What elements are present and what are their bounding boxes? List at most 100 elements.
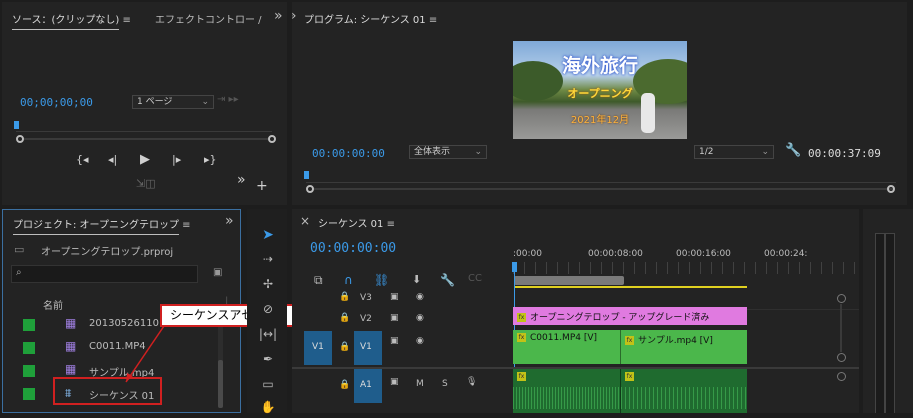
selection-tool-icon[interactable]: ➤ — [258, 227, 278, 245]
pen-tool-icon[interactable]: ✒ — [258, 352, 278, 370]
audio-waveform — [621, 387, 747, 409]
sync-lock-icon[interactable]: ▣ — [390, 292, 399, 302]
program-timecode[interactable]: 00:00:00:00 — [312, 147, 385, 160]
more-panels-button[interactable]: » — [225, 213, 234, 229]
add-button-icon[interactable]: + — [256, 178, 268, 194]
audio-waveform — [513, 387, 620, 409]
track-v3-header[interactable]: 🔒 V3 ▣ ◉ — [292, 289, 512, 311]
track-v2-header[interactable]: 🔒 V2 ▣ ◉ — [292, 310, 512, 332]
video-title-text: 海外旅行 — [561, 55, 638, 77]
scroll-handle-top[interactable] — [837, 294, 846, 303]
source-ruler[interactable] — [16, 131, 272, 132]
eye-icon[interactable]: ◉ — [416, 292, 424, 302]
linked-selection-icon[interactable]: ⛓ — [374, 273, 389, 287]
track-a1-header[interactable]: 🔒 A1 ▣ M S 🎙 — [292, 369, 512, 403]
lock-icon[interactable]: 🔒 — [339, 313, 350, 323]
lock-icon[interactable]: 🔒 — [339, 292, 350, 302]
nest-sequence-icon[interactable]: ⧉ — [314, 273, 323, 288]
scrollbar-thumb[interactable] — [218, 360, 223, 408]
list-item[interactable]: ⩩ シーケンス 01 — [17, 377, 217, 405]
eye-icon[interactable]: ◉ — [416, 313, 424, 323]
video-clip-c0011[interactable]: fx C0011.MP4 [V] — [513, 330, 621, 364]
more-buttons-icon[interactable]: » — [237, 172, 246, 188]
play-icon[interactable]: ▶ — [140, 152, 150, 167]
zoom-handle-right[interactable] — [887, 185, 895, 193]
step-back-icon[interactable]: ◂| — [108, 153, 117, 166]
new-search-bin-icon[interactable]: ▣ — [213, 267, 222, 278]
eye-icon[interactable]: ◉ — [416, 336, 424, 346]
tab-source[interactable]: ソース：(クリップなし) ≡ — [12, 11, 131, 30]
chevron-down-icon: ⌄ — [474, 147, 482, 157]
zoom-handle-left[interactable] — [16, 135, 24, 143]
tab-effect-controls[interactable]: エフェクトコントロー / — [155, 11, 262, 26]
mark-out-icon[interactable]: ▸} — [204, 153, 217, 166]
ripple-edit-tool-icon[interactable]: ✢ — [258, 277, 278, 295]
zoom-handle-left[interactable] — [306, 185, 314, 193]
source-timecode[interactable]: 00;00;00;00 — [20, 96, 93, 109]
audio-clip-1[interactable]: fx — [513, 369, 621, 413]
export-frame-icon[interactable]: ⇲◫ — [136, 177, 156, 190]
zoom-handle-right[interactable] — [268, 135, 276, 143]
track-v1-header[interactable]: V1 🔒 V1 ▣ ◉ — [292, 331, 512, 365]
audio-meter-right — [885, 233, 895, 413]
track-select-tool-icon[interactable]: ⇢ — [258, 252, 278, 270]
timeline-timecode[interactable]: 00:00:00:00 — [310, 241, 396, 256]
solo-button[interactable]: S — [442, 379, 448, 389]
audio-scroll-handle[interactable] — [837, 372, 846, 381]
settings-wrench-icon[interactable]: 🔧 — [440, 273, 455, 287]
fx-badge: fx — [517, 333, 526, 342]
sequence-icon: ⩩ — [65, 386, 72, 400]
sync-lock-icon[interactable]: ▣ — [390, 377, 399, 387]
wrench-icon[interactable]: 🔧 — [785, 143, 801, 158]
tab-sequence[interactable]: シーケンス 01 ≡ — [318, 215, 395, 230]
program-ruler[interactable] — [306, 182, 896, 183]
program-playhead[interactable] — [304, 171, 309, 179]
fx-badge: fx — [517, 313, 526, 322]
track-label: V1 — [360, 342, 372, 352]
close-tab-button[interactable]: × — [300, 214, 310, 228]
more-panels-left-button[interactable]: » — [292, 8, 297, 24]
add-marker-icon[interactable]: ⬇ — [412, 273, 421, 286]
program-video-preview[interactable]: 海外旅行 オープニング 2021年12月 — [513, 41, 687, 139]
program-zoom-bar[interactable] — [312, 188, 894, 190]
label-color-swatch — [23, 319, 35, 331]
slip-tool-icon[interactable]: |↔| — [258, 327, 278, 345]
source-zoom-bar[interactable] — [22, 138, 268, 140]
tab-project[interactable]: プロジェクト: オープニングテロップ ≡ — [13, 216, 191, 235]
fx-badge: fx — [625, 372, 634, 381]
audio-clip-2[interactable]: fx — [621, 369, 747, 413]
page-select[interactable]: 1 ページ ⌄ — [132, 95, 214, 109]
fit-select[interactable]: 全体表示 ⌄ — [409, 145, 487, 159]
sync-lock-icon[interactable]: ▣ — [390, 313, 399, 323]
scroll-handle-bottom[interactable] — [837, 353, 846, 362]
resolution-select[interactable]: 1/2 ⌄ — [694, 145, 774, 159]
timeline-ruler[interactable] — [513, 262, 859, 274]
razor-tool-icon[interactable]: ⊘ — [258, 302, 278, 320]
lock-icon[interactable]: 🔒 — [339, 380, 350, 390]
timeline-playhead[interactable] — [512, 262, 517, 272]
work-area-bar[interactable] — [514, 276, 624, 285]
fx-badge: fx — [625, 336, 634, 345]
list-item[interactable]: ▦ C0011.MP4 — [17, 337, 217, 357]
column-name-header[interactable]: 名前 — [43, 297, 63, 312]
title-clip[interactable]: fx オープニングテロップ - アップグレード済み — [513, 307, 747, 325]
lock-icon[interactable]: 🔒 — [339, 342, 350, 352]
captions-icon[interactable]: CC — [468, 273, 482, 284]
rectangle-tool-icon[interactable]: ▭ — [258, 377, 278, 395]
search-input[interactable]: ⌕ — [11, 265, 198, 283]
label-color-swatch — [23, 388, 35, 400]
video-clip-sample[interactable]: fx サンプル.mp4 [V] — [621, 330, 747, 364]
hand-tool-icon[interactable]: ✋ — [258, 400, 278, 418]
mute-button[interactable]: M — [416, 379, 424, 389]
step-forward-button-icon[interactable]: |▸ — [172, 153, 181, 166]
tab-program[interactable]: プログラム: シーケンス 01 ≡ — [304, 11, 437, 26]
more-panels-button[interactable]: » — [274, 8, 283, 24]
snap-icon[interactable]: ∩ — [344, 273, 353, 287]
mark-in-icon[interactable]: {◂ — [76, 153, 89, 166]
source-playhead[interactable] — [14, 121, 19, 129]
microphone-icon[interactable]: 🎙 — [466, 377, 477, 387]
timeline-vscroll-track[interactable] — [840, 304, 842, 352]
ruler-label: 00:00:24: — [764, 249, 808, 259]
track-label: V3 — [360, 293, 372, 303]
sync-lock-icon[interactable]: ▣ — [390, 336, 399, 346]
